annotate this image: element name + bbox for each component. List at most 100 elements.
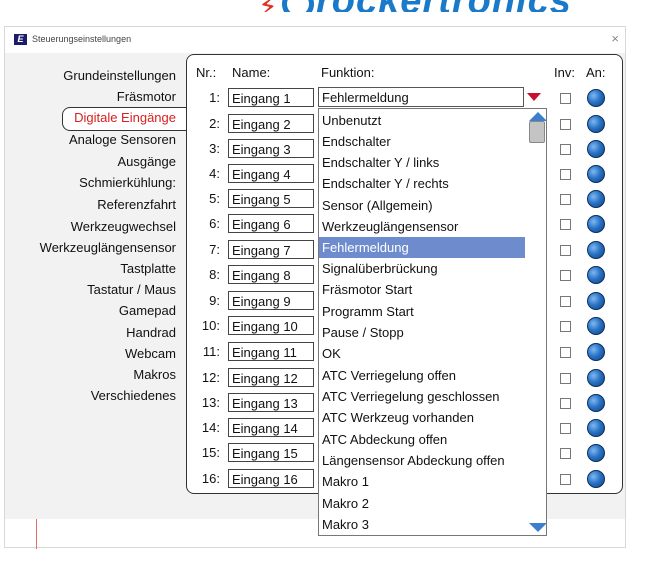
function-select[interactable]: Fehlermeldung	[318, 87, 524, 107]
invert-checkbox[interactable]	[560, 296, 571, 307]
sidebar-item[interactable]: Grundeinstellungen	[63, 68, 176, 83]
input-status-led-icon	[587, 190, 605, 208]
brand-wordmark: rockertronics	[316, 0, 572, 12]
dropdown-option[interactable]: Endschalter	[319, 131, 525, 152]
sidebar-item[interactable]: Gamepad	[119, 303, 176, 318]
dropdown-option[interactable]: Pause / Stopp	[319, 322, 525, 343]
scroll-up-icon[interactable]	[529, 112, 546, 121]
dropdown-option[interactable]: Programm Start	[319, 301, 525, 322]
input-name-field[interactable]: Eingang 8	[228, 265, 314, 284]
invert-checkbox[interactable]	[560, 321, 571, 332]
dropdown-scrollbar[interactable]	[526, 109, 546, 535]
row-number: 5:	[209, 191, 220, 206]
input-name-field[interactable]: Eingang 9	[228, 291, 314, 310]
sidebar-item[interactable]: Werkzeuglängensensor	[40, 240, 176, 255]
row-number: 13:	[201, 395, 220, 410]
input-status-led-icon	[587, 266, 605, 284]
row-number: 7:	[209, 242, 220, 257]
dropdown-option[interactable]: Signalüberbrückung	[319, 258, 525, 279]
input-name-field[interactable]: Eingang 5	[228, 189, 314, 208]
row-number: 11:	[202, 344, 220, 359]
input-name-field[interactable]: Eingang 3	[228, 139, 314, 158]
sidebar-item[interactable]: Verschiedenes	[91, 388, 176, 403]
input-name-field[interactable]: Eingang 14	[228, 418, 314, 437]
sidebar-item[interactable]: Ausgänge	[117, 154, 176, 169]
scroll-thumb[interactable]	[529, 121, 545, 143]
row-number: 6:	[209, 216, 220, 231]
dropdown-option[interactable]: Fehlermeldung	[319, 237, 525, 258]
sidebar-item[interactable]: Tastatur / Maus	[87, 282, 176, 297]
dropdown-option[interactable]: Sensor (Allgemein)	[319, 195, 525, 216]
invert-checkbox[interactable]	[560, 93, 571, 104]
dropdown-option[interactable]: Fräsmotor Start	[319, 279, 525, 300]
input-name-field[interactable]: Eingang 7	[228, 240, 314, 259]
input-status-led-icon	[587, 140, 605, 158]
input-status-led-icon	[587, 343, 605, 361]
sidebar-item[interactable]: Handrad	[126, 325, 176, 340]
close-icon[interactable]: ×	[611, 31, 619, 46]
input-name-field[interactable]: Eingang 4	[228, 164, 314, 183]
sidebar-item[interactable]: Digitale Eingänge	[74, 110, 176, 125]
header-on: An:	[586, 65, 606, 80]
input-name-field[interactable]: Eingang 11	[228, 342, 314, 361]
dropdown-option[interactable]: ATC Verriegelung offen	[319, 365, 525, 386]
header-function: Funktion:	[321, 65, 375, 80]
sidebar-item[interactable]: Webcam	[125, 346, 176, 361]
dropdown-option[interactable]: Werkzeuglängensensor	[319, 216, 525, 237]
sidebar-item[interactable]: Tastplatte	[120, 261, 176, 276]
invert-checkbox[interactable]	[560, 144, 571, 155]
row-number: 12:	[201, 370, 220, 385]
invert-checkbox[interactable]	[560, 219, 571, 230]
invert-checkbox[interactable]	[560, 245, 571, 256]
input-name-field[interactable]: Eingang 6	[228, 214, 314, 233]
invert-checkbox[interactable]	[560, 398, 571, 409]
input-status-led-icon	[587, 444, 605, 462]
dropdown-option[interactable]: ATC Abdeckung offen	[319, 429, 525, 450]
scroll-down-icon[interactable]	[529, 523, 546, 532]
input-status-led-icon	[587, 215, 605, 233]
dropdown-option[interactable]: Unbenutzt	[319, 110, 525, 131]
invert-checkbox[interactable]	[560, 423, 571, 434]
invert-checkbox[interactable]	[560, 373, 571, 384]
dropdown-option[interactable]: OK	[319, 343, 525, 364]
sidebar-item[interactable]: Makros	[133, 367, 176, 382]
title-bar: E Steuerungseinstellungen ×	[5, 27, 625, 53]
dropdown-option[interactable]: Längensensor Abdeckung offen	[319, 450, 525, 471]
input-name-field[interactable]: Eingang 16	[228, 469, 314, 488]
invert-checkbox[interactable]	[560, 347, 571, 358]
input-name-field[interactable]: Eingang 15	[228, 443, 314, 462]
row-number: 1:	[209, 90, 220, 105]
dropdown-option[interactable]: ATC Verriegelung geschlossen	[319, 386, 525, 407]
input-name-field[interactable]: Eingang 13	[228, 393, 314, 412]
dropdown-option[interactable]: Makro 2	[319, 493, 525, 514]
sidebar-item[interactable]: Analoge Sensoren	[69, 132, 176, 147]
sidebar-item[interactable]: Werkzeugwechsel	[71, 219, 176, 234]
invert-checkbox[interactable]	[560, 194, 571, 205]
invert-checkbox[interactable]	[560, 474, 571, 485]
invert-checkbox[interactable]	[560, 448, 571, 459]
header-inv: Inv:	[554, 65, 575, 80]
sidebar-item[interactable]: Schmierkühlung:	[79, 175, 176, 190]
dropdown-option[interactable]: Makro 1	[319, 471, 525, 492]
header-name: Name:	[232, 65, 271, 80]
sidebar-item[interactable]: Referenzfahrt	[97, 197, 176, 212]
input-name-field[interactable]: Eingang 1	[228, 88, 314, 107]
dropdown-arrow-icon[interactable]	[527, 93, 541, 101]
input-status-led-icon	[587, 369, 605, 387]
input-name-field[interactable]: Eingang 10	[228, 316, 314, 335]
invert-checkbox[interactable]	[560, 169, 571, 180]
invert-checkbox[interactable]	[560, 270, 571, 281]
brand-logo: ⚡ rockertronics	[248, 0, 647, 12]
row-number: 8:	[209, 267, 220, 282]
dropdown-option[interactable]: Endschalter Y / links	[319, 152, 525, 173]
dropdown-option[interactable]: Makro 3	[319, 514, 525, 535]
input-name-field[interactable]: Eingang 2	[228, 114, 314, 133]
dropdown-option[interactable]: Endschalter Y / rechts	[319, 173, 525, 194]
row-number: 16:	[201, 471, 220, 486]
input-status-led-icon	[587, 241, 605, 259]
invert-checkbox[interactable]	[560, 119, 571, 130]
input-name-field[interactable]: Eingang 12	[228, 368, 314, 387]
sidebar-item[interactable]: Fräsmotor	[117, 89, 176, 104]
function-dropdown-list: Unbenutzt Endschalter Endschalter Y / link…	[318, 108, 547, 536]
dropdown-option[interactable]: ATC Werkzeug vorhanden	[319, 407, 525, 428]
